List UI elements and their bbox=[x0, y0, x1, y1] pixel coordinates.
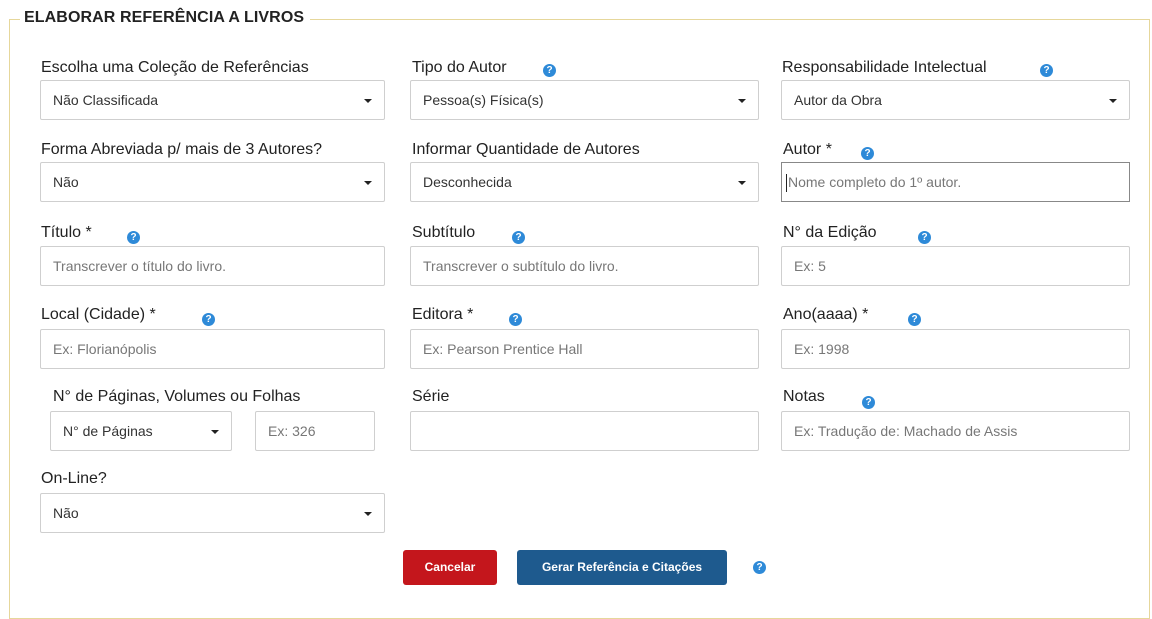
titulo-label: Título * bbox=[41, 224, 92, 241]
edicao-placeholder: Ex: 5 bbox=[794, 258, 826, 274]
colecao-label: Escolha uma Coleção de Referências bbox=[41, 59, 309, 76]
editora-label: Editora * bbox=[412, 306, 474, 323]
edicao-label: N° da Edição bbox=[783, 224, 877, 241]
quantidade-autores-select[interactable]: Desconhecida bbox=[410, 162, 759, 202]
help-icon[interactable] bbox=[1040, 64, 1053, 77]
chevron-down-icon bbox=[1109, 99, 1117, 103]
local-input[interactable]: Ex: Florianópolis bbox=[40, 329, 385, 369]
chevron-down-icon bbox=[738, 99, 746, 103]
forma-abreviada-select[interactable]: Não bbox=[40, 162, 385, 202]
edicao-input[interactable]: Ex: 5 bbox=[781, 246, 1130, 286]
autor-label: Autor * bbox=[783, 141, 832, 158]
generate-reference-button[interactable]: Gerar Referência e Citações bbox=[517, 550, 727, 585]
tipo-autor-value: Pessoa(s) Física(s) bbox=[423, 92, 544, 108]
online-value: Não bbox=[53, 505, 79, 521]
help-icon[interactable] bbox=[918, 231, 931, 244]
forma-abreviada-value: Não bbox=[53, 174, 79, 190]
tipo-autor-label: Tipo do Autor bbox=[412, 59, 507, 76]
quantidade-autores-label: Informar Quantidade de Autores bbox=[412, 141, 640, 158]
help-icon[interactable] bbox=[512, 231, 525, 244]
help-icon[interactable] bbox=[753, 561, 766, 574]
serie-label: Série bbox=[412, 388, 450, 405]
forma-abreviada-label: Forma Abreviada p/ mais de 3 Autores? bbox=[41, 141, 323, 158]
section-title: ELABORAR REFERÊNCIA A LIVROS bbox=[20, 9, 311, 27]
chevron-down-icon bbox=[364, 99, 372, 103]
autor-placeholder: Nome completo do 1º autor. bbox=[788, 174, 962, 190]
ano-placeholder: Ex: 1998 bbox=[794, 341, 850, 357]
help-icon[interactable] bbox=[509, 313, 522, 326]
tipo-autor-select[interactable]: Pessoa(s) Física(s) bbox=[410, 80, 759, 120]
paginas-type-value: N° de Páginas bbox=[63, 423, 153, 439]
titulo-placeholder: Transcrever o título do livro. bbox=[53, 258, 226, 274]
responsabilidade-label: Responsabilidade Intelectual bbox=[782, 59, 987, 76]
help-icon[interactable] bbox=[861, 147, 874, 160]
chevron-down-icon bbox=[211, 430, 219, 434]
ano-input[interactable]: Ex: 1998 bbox=[781, 329, 1130, 369]
serie-input[interactable] bbox=[410, 411, 759, 451]
subtitulo-input[interactable]: Transcrever o subtítulo do livro. bbox=[410, 246, 759, 286]
quantidade-autores-value: Desconhecida bbox=[423, 174, 512, 190]
subtitulo-placeholder: Transcrever o subtítulo do livro. bbox=[423, 258, 619, 274]
responsabilidade-value: Autor da Obra bbox=[794, 92, 882, 108]
titulo-input[interactable]: Transcrever o título do livro. bbox=[40, 246, 385, 286]
editora-placeholder: Ex: Pearson Prentice Hall bbox=[423, 341, 583, 357]
colecao-value: Não Classificada bbox=[53, 92, 159, 108]
text-cursor bbox=[786, 174, 787, 193]
colecao-select[interactable]: Não Classificada bbox=[40, 80, 385, 120]
help-icon[interactable] bbox=[908, 313, 921, 326]
help-icon[interactable] bbox=[543, 64, 556, 77]
paginas-placeholder: Ex: 326 bbox=[268, 423, 316, 439]
help-icon[interactable] bbox=[862, 396, 875, 409]
notas-placeholder: Ex: Tradução de: Machado de Assis bbox=[794, 423, 1018, 439]
cancel-button[interactable]: Cancelar bbox=[403, 550, 497, 585]
responsabilidade-select[interactable]: Autor da Obra bbox=[781, 80, 1130, 120]
local-label: Local (Cidade) * bbox=[41, 306, 156, 323]
paginas-input[interactable]: Ex: 326 bbox=[255, 411, 375, 451]
online-label: On-Line? bbox=[41, 470, 107, 487]
chevron-down-icon bbox=[364, 181, 372, 185]
local-placeholder: Ex: Florianópolis bbox=[53, 341, 157, 357]
autor-input[interactable]: Nome completo do 1º autor. bbox=[781, 162, 1130, 202]
chevron-down-icon bbox=[364, 512, 372, 516]
online-select[interactable]: Não bbox=[40, 493, 385, 533]
help-icon[interactable] bbox=[127, 231, 140, 244]
paginas-type-select[interactable]: N° de Páginas bbox=[50, 411, 232, 451]
help-icon[interactable] bbox=[202, 313, 215, 326]
paginas-label: N° de Páginas, Volumes ou Folhas bbox=[53, 388, 301, 405]
ano-label: Ano(aaaa) * bbox=[783, 306, 869, 323]
editora-input[interactable]: Ex: Pearson Prentice Hall bbox=[410, 329, 759, 369]
subtitulo-label: Subtítulo bbox=[412, 224, 476, 241]
notas-input[interactable]: Ex: Tradução de: Machado de Assis bbox=[781, 411, 1130, 451]
notas-label: Notas bbox=[783, 388, 825, 405]
chevron-down-icon bbox=[738, 181, 746, 185]
